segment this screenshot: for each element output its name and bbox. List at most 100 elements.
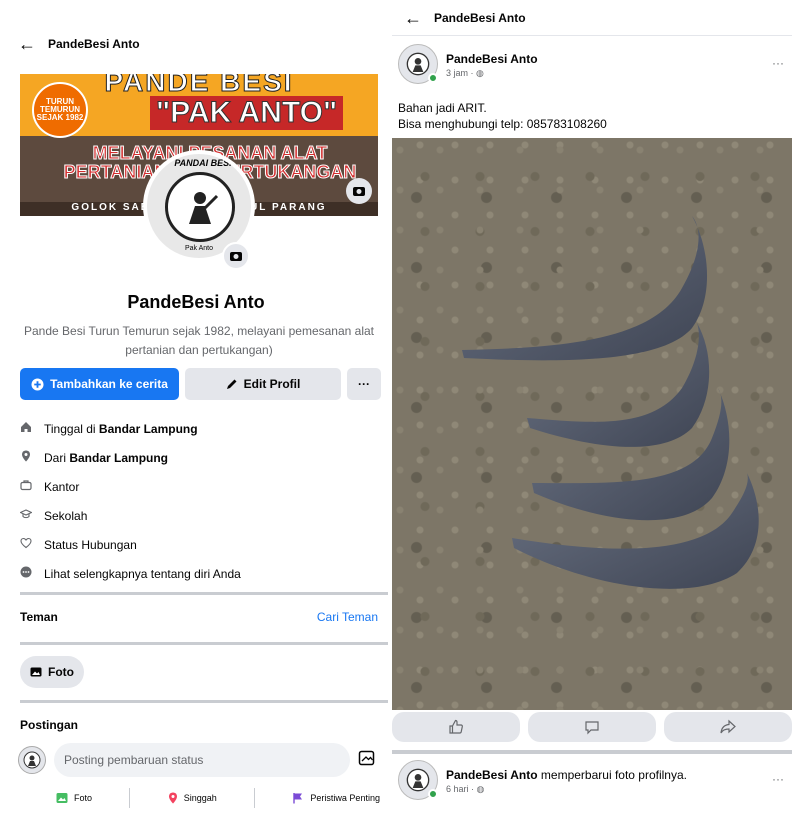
- avatar-arc-text: PANDAI BESI: [174, 158, 232, 168]
- add-photo-label: Foto: [74, 793, 93, 803]
- arrow-left-icon[interactable]: ←: [18, 35, 36, 53]
- intro-workplace[interactable]: Kantor: [20, 472, 380, 501]
- sickle-blade: [462, 216, 708, 361]
- location-pin-icon: [20, 450, 32, 465]
- intro-relationship-label: Status Hubungan: [44, 537, 137, 552]
- intro-list: Tinggal di Bandar Lampung Dari Bandar La…: [19, 414, 380, 588]
- cover-main-text: "PAK ANTO": [150, 96, 344, 130]
- like-button[interactable]: [392, 712, 520, 742]
- camera-icon[interactable]: [346, 178, 372, 204]
- intro-lives-in: Tinggal di Bandar Lampung: [20, 414, 380, 443]
- post-header-title: PandeBesi Anto: [434, 10, 526, 25]
- profile-bio: Pande Besi Turun Temurun sejak 1982, mel…: [24, 324, 374, 357]
- camera-icon[interactable]: [222, 242, 250, 270]
- post-author-name[interactable]: PandeBesi Anto: [446, 52, 538, 66]
- briefcase-icon: [20, 479, 32, 494]
- home-icon: [20, 421, 32, 436]
- composer-actions: Foto Singgah Peristiwa Penting: [20, 788, 380, 808]
- status-input[interactable]: Posting pembaruan status: [54, 743, 350, 777]
- share-icon: [720, 719, 736, 734]
- globe-icon: ◍: [476, 68, 484, 78]
- add-photo-button[interactable]: Foto: [56, 792, 92, 804]
- graduation-cap-icon: [19, 508, 33, 523]
- friends-section: Teman Cari Teman: [20, 610, 378, 624]
- friends-title: Teman: [20, 610, 58, 624]
- posts-title: Postingan: [20, 718, 79, 732]
- post-text: Bahan jadi ARIT. Bisa menghubungi telp: …: [398, 100, 607, 132]
- online-status-dot: [428, 73, 438, 83]
- comment-button[interactable]: [528, 712, 656, 742]
- photo-icon: [30, 667, 42, 677]
- edit-profile-label: Edit Profil: [243, 377, 301, 391]
- intro-from-value: Bandar Lampung: [69, 450, 169, 465]
- post2-action: memperbarui foto profilnya.: [537, 768, 687, 782]
- profile-name: PandeBesi Anto: [127, 292, 265, 312]
- post-avatar[interactable]: [398, 44, 438, 84]
- add-to-story-button[interactable]: Tambahkan ke cerita: [20, 368, 179, 400]
- post-text-line-1: Bahan jadi ARIT.: [398, 101, 487, 115]
- profile-panel: ← PandeBesi Anto PANDE BESI TURUN TEMURU…: [0, 0, 392, 816]
- life-event-button[interactable]: Peristiwa Penting: [292, 792, 380, 804]
- thumbs-up-icon: [449, 719, 463, 734]
- share-button[interactable]: [664, 712, 792, 742]
- intro-from: Dari Bandar Lampung: [20, 443, 380, 472]
- gallery-icon[interactable]: [358, 749, 376, 772]
- profile-header: ← PandeBesi Anto: [0, 24, 392, 64]
- photo-icon: [56, 793, 68, 803]
- more-circle-icon: [20, 566, 32, 581]
- intro-relationship[interactable]: Status Hubungan: [20, 530, 380, 559]
- relationship-icon: [20, 537, 32, 552]
- intro-see-more-label: Lihat selengkapnya tentang diri Anda: [44, 566, 241, 581]
- intro-workplace-label: Kantor: [44, 479, 80, 494]
- composer-avatar[interactable]: [18, 746, 46, 774]
- intro-lives-in-prefix: Tinggal di: [44, 421, 99, 436]
- pencil-icon: [226, 379, 237, 389]
- comment-icon: [585, 721, 599, 735]
- post-header: ← PandeBesi Anto: [392, 0, 792, 36]
- life-event-label: Peristiwa Penting: [310, 793, 380, 803]
- divider: [20, 700, 388, 703]
- flag-icon: [293, 793, 303, 804]
- post-time: 3 jam ·: [446, 68, 477, 78]
- post2-avatar[interactable]: [398, 760, 438, 800]
- post-photo[interactable]: [392, 138, 792, 710]
- check-in-button[interactable]: Singgah: [168, 792, 217, 804]
- intro-from-prefix: Dari: [44, 450, 70, 465]
- more-options-button[interactable]: ···: [347, 368, 381, 400]
- post2-time: 6 hari ·: [446, 784, 477, 794]
- profile-header-title: PandeBesi Anto: [48, 37, 140, 51]
- post2-author: PandeBesi Anto memperbarui foto profilny…: [398, 760, 786, 800]
- post2-author-name[interactable]: PandeBesi Anto: [446, 768, 538, 782]
- post2-more-button[interactable]: ···: [772, 772, 784, 786]
- divider: [392, 750, 792, 754]
- post-text-line-2: Bisa menghubungi telp: 085783108260: [398, 117, 607, 131]
- edit-profile-button[interactable]: Edit Profil: [185, 368, 341, 400]
- location-pin-icon: [168, 792, 177, 804]
- post-author: PandeBesi Anto 3 jam · ◍ ···: [398, 44, 786, 84]
- intro-school[interactable]: Sekolah: [19, 501, 380, 530]
- add-to-story-label: Tambahkan ke cerita: [50, 377, 168, 391]
- divider: [20, 592, 388, 595]
- online-status-dot: [428, 789, 438, 799]
- separator: [254, 788, 256, 808]
- arrow-left-icon[interactable]: ←: [404, 9, 422, 27]
- photos-chip[interactable]: Foto: [20, 656, 84, 688]
- post2-title: PandeBesi Anto memperbarui foto profilny…: [446, 768, 687, 782]
- intro-school-label: Sekolah: [44, 508, 88, 523]
- find-friends-link[interactable]: Cari Teman: [317, 610, 378, 624]
- intro-lives-in-value: Bandar Lampung: [98, 421, 198, 436]
- profile-actions: Tambahkan ke cerita Edit Profil ···: [20, 368, 381, 400]
- cover-badge: TURUN TEMURUN SEJAK 1982: [32, 82, 88, 138]
- plus-circle-icon: [31, 377, 44, 391]
- globe-icon: ◍: [476, 784, 485, 794]
- post-panel: ← PandeBesi Anto PandeBesi Anto 3 jam · …: [392, 0, 792, 816]
- separator: [129, 788, 131, 808]
- divider: [20, 642, 388, 645]
- post-more-button[interactable]: ···: [772, 56, 784, 70]
- reaction-bar: [392, 712, 792, 748]
- check-in-label: Singgah: [183, 793, 217, 803]
- status-composer: Posting pembaruan status: [18, 743, 382, 777]
- photos-chip-label: Foto: [48, 665, 74, 679]
- intro-see-more[interactable]: Lihat selengkapnya tentang diri Anda: [20, 559, 380, 588]
- blacksmith-logo-icon: [165, 172, 235, 242]
